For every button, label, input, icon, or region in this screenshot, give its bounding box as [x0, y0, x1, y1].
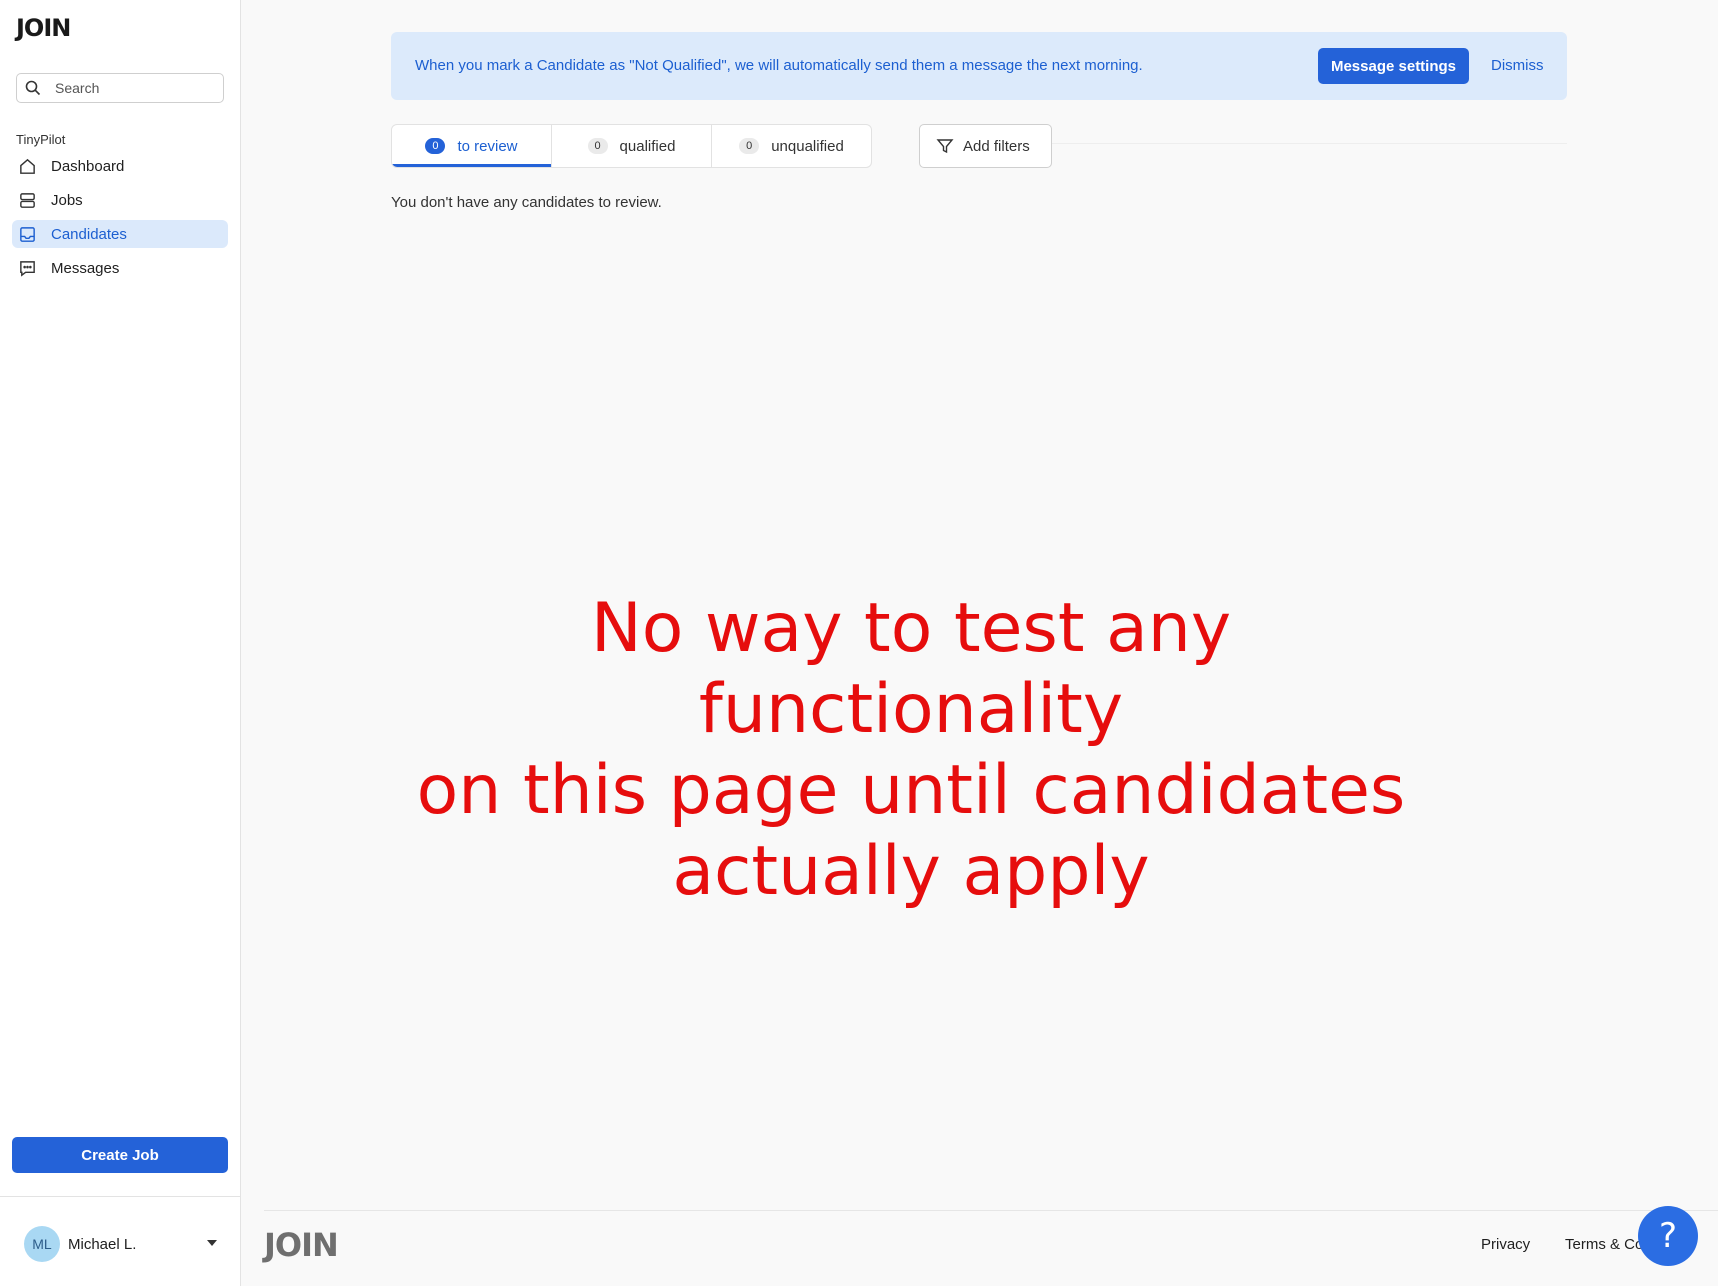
- sidebar-item-candidates[interactable]: Candidates: [12, 220, 228, 248]
- search-icon: [25, 80, 41, 96]
- search-box[interactable]: [16, 73, 224, 103]
- tab-label: to review: [457, 137, 518, 155]
- sidebar-item-label: Jobs: [51, 191, 83, 209]
- annotation-line: No way to test any functionality: [590, 589, 1232, 749]
- tab-to-review[interactable]: 0 to review: [392, 125, 552, 167]
- sidebar: JOIN TinyPilot Dashboard Jobs Candidates…: [0, 0, 241, 1286]
- banner-text: When you mark a Candidate as "Not Qualif…: [415, 57, 1143, 74]
- tab-qualified[interactable]: 0 qualified: [552, 125, 712, 167]
- info-banner: When you mark a Candidate as "Not Qualif…: [391, 32, 1567, 100]
- add-filters-label: Add filters: [963, 137, 1030, 155]
- dismiss-button[interactable]: Dismiss: [1491, 57, 1544, 74]
- jobs-icon: [20, 192, 35, 208]
- candidate-tabs: 0 to review 0 qualified 0 unqualified: [391, 124, 872, 168]
- org-name: TinyPilot: [16, 132, 66, 147]
- divider: [0, 1196, 240, 1197]
- empty-state-message: You don't have any candidates to review.: [391, 194, 662, 211]
- user-name[interactable]: Michael L.: [68, 1236, 136, 1253]
- tab-count-badge: 0: [739, 138, 760, 154]
- sidebar-item-dashboard[interactable]: Dashboard: [12, 152, 228, 180]
- annotation-line: actually apply: [672, 832, 1150, 911]
- join-logo[interactable]: JOIN: [16, 14, 71, 42]
- avatar[interactable]: ML: [24, 1226, 60, 1262]
- terms-link[interactable]: Terms & Co: [1565, 1236, 1643, 1253]
- filter-icon: [936, 139, 954, 154]
- sidebar-item-label: Dashboard: [51, 157, 125, 175]
- sidebar-item-jobs[interactable]: Jobs: [12, 186, 228, 214]
- tab-unqualified[interactable]: 0 unqualified: [712, 125, 871, 167]
- create-job-button[interactable]: Create Job: [12, 1137, 228, 1173]
- tab-label: qualified: [619, 137, 676, 155]
- tab-count-badge: 0: [425, 138, 446, 154]
- message-settings-button[interactable]: Message settings: [1318, 48, 1469, 84]
- chevron-down-icon[interactable]: [207, 1240, 217, 1246]
- main-nav: Dashboard Jobs Candidates Messages: [12, 152, 228, 288]
- tab-count-badge: 0: [587, 138, 608, 154]
- privacy-link[interactable]: Privacy: [1481, 1236, 1530, 1253]
- messages-icon: [20, 260, 35, 277]
- footer-divider: [264, 1210, 1718, 1211]
- inbox-icon: [20, 226, 35, 242]
- sidebar-item-label: Candidates: [51, 225, 127, 243]
- add-filters-button[interactable]: Add filters: [919, 124, 1052, 168]
- annotation-overlay: No way to test any functionality on this…: [391, 588, 1431, 912]
- search-input[interactable]: [55, 80, 215, 96]
- sidebar-item-messages[interactable]: Messages: [12, 254, 228, 282]
- annotation-line: on this page until candidates: [416, 751, 1406, 830]
- divider: [1052, 143, 1567, 144]
- tab-label: unqualified: [771, 137, 844, 155]
- home-icon: [20, 158, 35, 174]
- footer-logo: JOIN: [264, 1226, 339, 1264]
- sidebar-item-label: Messages: [51, 259, 120, 277]
- help-button[interactable]: ?: [1638, 1206, 1698, 1266]
